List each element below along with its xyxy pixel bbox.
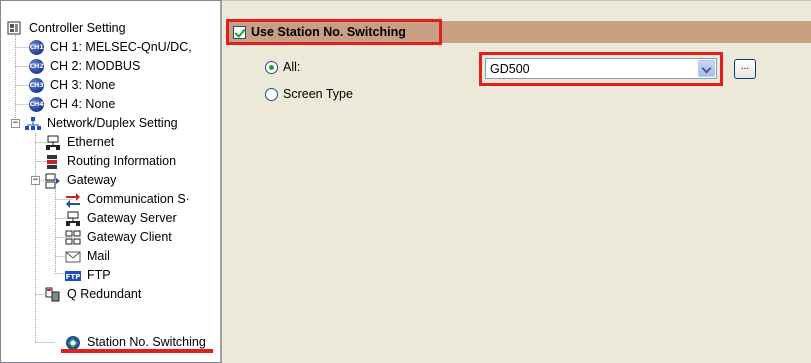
tree-item-ftp[interactable]: FTP FTP <box>65 266 113 285</box>
tree-item-ch1[interactable]: CH1 CH 1: MELSEC-QnU/DC, <box>29 38 194 57</box>
tree-item-label: CH 2: MODBUS <box>50 59 141 73</box>
network-icon <box>25 116 41 132</box>
tree-item-network-duplex[interactable]: Network/Duplex Setting <box>25 114 180 133</box>
collapse-network-toggle[interactable]: − <box>11 119 20 128</box>
q-redundant-icon <box>45 287 61 303</box>
tree-item-gateway-server[interactable]: Gateway Server <box>65 209 179 228</box>
gateway-server-icon <box>65 211 81 227</box>
station-combo-value: GD500 <box>490 61 530 76</box>
tree-item-label: Gateway Server <box>87 211 177 225</box>
collapse-gateway-toggle[interactable]: − <box>31 176 40 185</box>
station-switching-panel: Use Station No. Switching All: Screen Ty… <box>222 0 811 363</box>
tree-item-mail[interactable]: Mail <box>65 247 112 266</box>
ch2-badge-icon: CH2 <box>29 59 44 74</box>
communication-icon <box>65 192 81 208</box>
selected-item-highlight <box>61 349 213 353</box>
chevron-down-icon[interactable] <box>698 60 715 77</box>
tree-item-label: Mail <box>87 249 110 263</box>
gateway-client-icon <box>65 230 81 246</box>
tree-item-label: FTP <box>87 268 111 282</box>
tree-item-label: Routing Information <box>67 154 177 168</box>
ftp-icon: FTP <box>65 268 81 284</box>
tree-item-label: Gateway Client <box>87 230 172 244</box>
tree-item-q-redundant[interactable]: Q Redundant <box>45 285 143 304</box>
ftp-badge-text: FTP <box>66 273 81 281</box>
station-combo[interactable]: GD500 <box>485 58 717 79</box>
ch4-badge-icon: CH4 <box>29 97 44 112</box>
tree-item-controller-setting[interactable]: Controller Setting <box>7 19 128 38</box>
radio-screen-type-button[interactable] <box>265 87 278 101</box>
tree-item-label: Q Redundant <box>67 287 142 301</box>
ch1-badge-icon: CH1 <box>29 40 44 55</box>
ch3-badge-icon: CH3 <box>29 78 44 93</box>
gateway-icon <box>45 173 61 189</box>
tree-item-label: CH 3: None <box>50 78 116 92</box>
tree-item-label: CH 1: MELSEC-QnU/DC, <box>50 40 192 54</box>
browse-button[interactable]: ... <box>734 59 756 79</box>
tree-item-label: CH 4: None <box>50 97 116 111</box>
controller-setting-icon <box>7 21 23 37</box>
mail-icon <box>65 249 81 265</box>
use-station-switching-checkbox[interactable] <box>233 25 246 39</box>
tree-item-label: Communication S· <box>87 192 190 206</box>
tree-item-gateway-client[interactable]: Gateway Client <box>65 228 174 247</box>
tree-item-ch4[interactable]: CH4 CH 4: None <box>29 95 117 114</box>
radio-screen-type[interactable]: Screen Type <box>265 87 353 101</box>
use-station-switching-highlight: Use Station No. Switching <box>226 19 442 45</box>
tree-item-label: Network/Duplex Setting <box>47 116 178 130</box>
tree-item-ch2[interactable]: CH2 CH 2: MODBUS <box>29 57 142 76</box>
tree-item-ch3[interactable]: CH3 CH 3: None <box>29 76 117 95</box>
tree-item-label: Gateway <box>67 173 117 187</box>
radio-screen-type-label: Screen Type <box>283 87 353 101</box>
use-station-switching-label: Use Station No. Switching <box>251 25 406 39</box>
tree-item-gateway[interactable]: Gateway <box>45 171 118 190</box>
tree-item-label: Controller Setting <box>29 21 126 35</box>
tree-item-label: Ethernet <box>67 135 115 149</box>
radio-all[interactable]: All: <box>265 60 300 74</box>
settings-tree[interactable]: − − Controller Setting CH1 CH 1: MELSEC-… <box>0 0 222 363</box>
radio-all-button[interactable] <box>265 60 278 74</box>
ethernet-icon <box>45 135 61 151</box>
routing-icon <box>45 154 61 170</box>
radio-all-label: All: <box>283 60 301 74</box>
tree-item-ethernet[interactable]: Ethernet <box>45 133 116 152</box>
tree-item-routing-information[interactable]: Routing Information <box>45 152 178 171</box>
tree-item-communication-settings[interactable]: Communication S· <box>65 190 192 209</box>
